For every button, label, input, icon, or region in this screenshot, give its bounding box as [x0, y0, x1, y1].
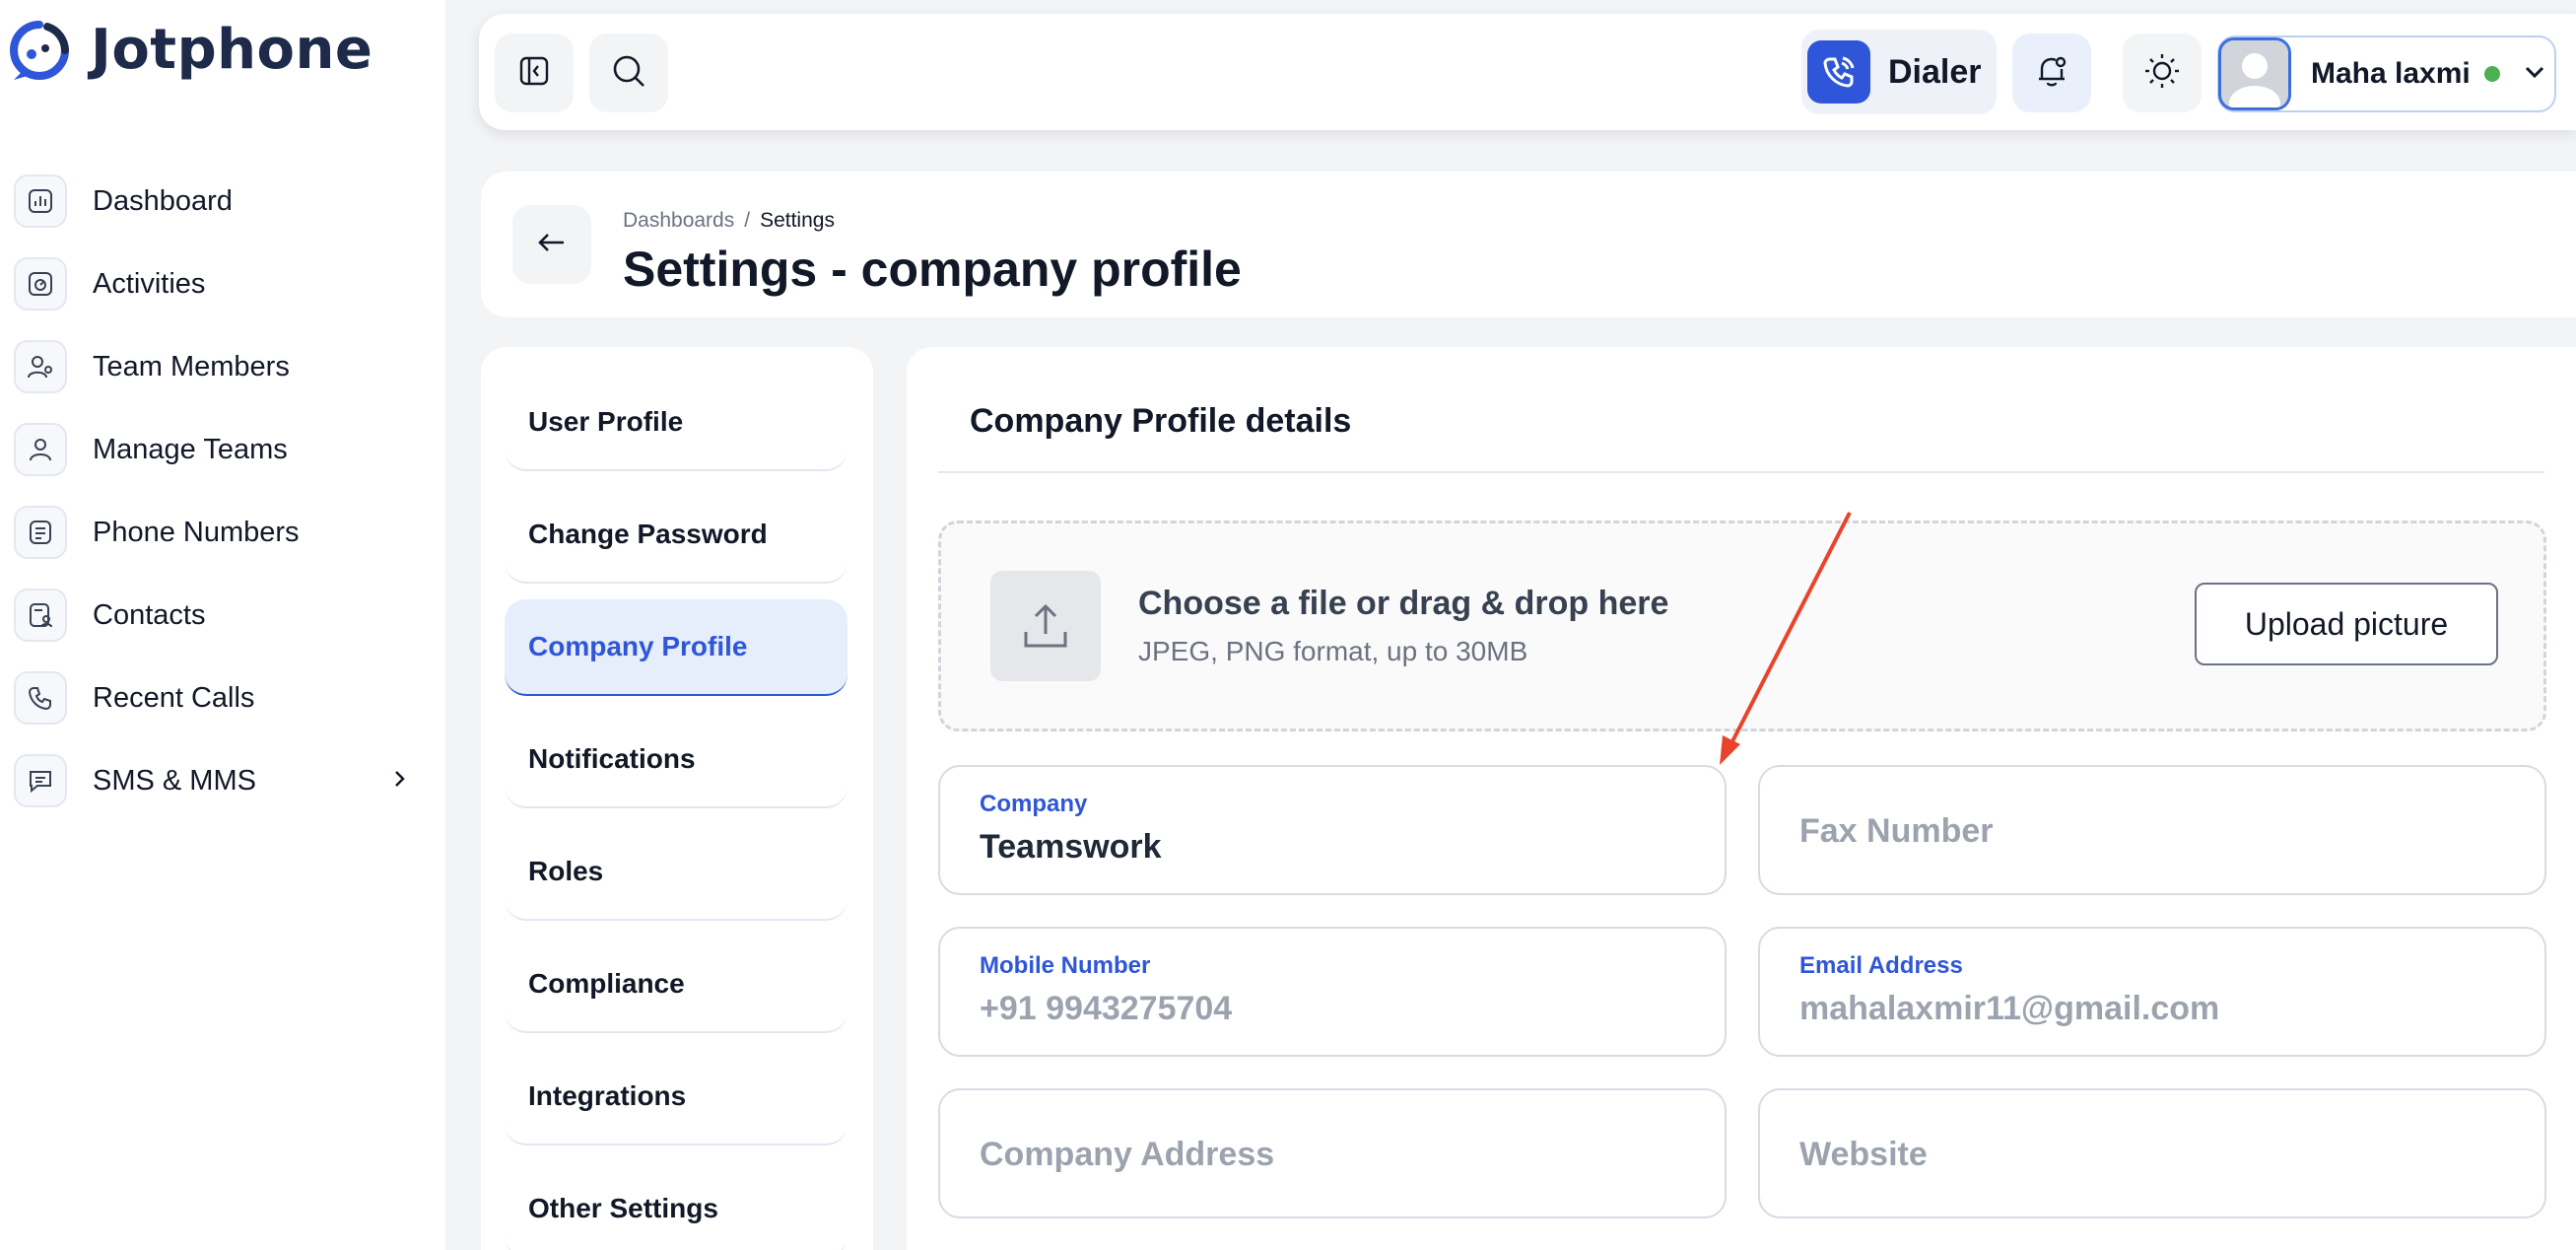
section-title: Company Profile details [970, 402, 1352, 440]
company-label: Company [980, 791, 1088, 817]
mobile-number-field[interactable]: Mobile Number +91 9943275704 [938, 927, 1727, 1057]
breadcrumb: Dashboards / Settings [623, 209, 835, 233]
sidebar-toggle-icon [516, 53, 552, 94]
settings-tab-other-settings[interactable]: Other Settings [505, 1161, 847, 1250]
website-placeholder: Website [1799, 1136, 1928, 1173]
company-profile-panel: Company Profile details Choose a file or… [907, 347, 2576, 1250]
sidebar-item-dashboard[interactable]: Dashboard [14, 160, 408, 243]
page-title: Settings - company profile [623, 242, 1242, 297]
arrow-left-icon [534, 225, 570, 265]
phone-numbers-icon [14, 506, 67, 559]
sidebar-item-sms-mms[interactable]: SMS & MMS [14, 739, 408, 822]
breadcrumb-current: Settings [760, 209, 835, 232]
upload-icon [990, 571, 1101, 681]
notifications-button[interactable] [2012, 34, 2091, 112]
sun-icon [2142, 51, 2182, 96]
theme-toggle-button[interactable] [2123, 34, 2202, 112]
sidebar-item-phone-numbers[interactable]: Phone Numbers [14, 491, 408, 574]
sidebar-menu: Dashboard Activities Team Members Manage… [14, 160, 408, 822]
message-icon [14, 754, 67, 807]
brand[interactable]: Jotphone [8, 18, 373, 82]
phone-icon [1807, 40, 1870, 104]
company-address-placeholder: Company Address [980, 1136, 1275, 1173]
settings-tab-user-profile[interactable]: User Profile [505, 375, 847, 471]
left-navigation: Jotphone Dashboard Activities Team Membe… [0, 0, 445, 1250]
online-status-indicator [2483, 66, 2500, 82]
company-field[interactable]: Company Teamswork [938, 765, 1727, 895]
sidebar-item-manage-teams[interactable]: Manage Teams [14, 408, 408, 491]
divider [938, 471, 2544, 473]
sidebar-item-recent-calls[interactable]: Recent Calls [14, 657, 408, 739]
sidebar-item-label: SMS & MMS [93, 764, 256, 797]
fax-number-placeholder: Fax Number [1799, 812, 1994, 850]
upload-subtitle: JPEG, PNG format, up to 30MB [1138, 636, 1528, 666]
settings-menu: User Profile Change Password Company Pro… [481, 347, 873, 1250]
search-icon [609, 51, 648, 96]
dialer-button[interactable]: Dialer [1801, 30, 1997, 114]
settings-tab-compliance[interactable]: Compliance [505, 937, 847, 1033]
back-button[interactable] [512, 205, 591, 284]
team-members-icon [14, 340, 67, 393]
sidebar-item-label: Phone Numbers [93, 516, 300, 548]
avatar [2218, 37, 2291, 110]
breadcrumb-link-dashboards[interactable]: Dashboards [623, 209, 734, 233]
settings-tab-change-password[interactable]: Change Password [505, 487, 847, 584]
company-value: Teamswork [980, 828, 1162, 866]
sidebar-item-team-members[interactable]: Team Members [14, 325, 408, 408]
chart-icon [14, 174, 67, 228]
bell-icon [2032, 51, 2071, 96]
page-header: Dashboards / Settings Settings - company… [481, 172, 2576, 317]
sidebar-item-label: Dashboard [93, 184, 233, 217]
file-drop-zone[interactable]: Choose a file or drag & drop here JPEG, … [938, 521, 2546, 731]
mobile-number-value: +91 9943275704 [980, 990, 1233, 1027]
brand-name: Jotphone [91, 18, 373, 82]
settings-tab-notifications[interactable]: Notifications [505, 712, 847, 808]
email-address-label: Email Address [1799, 952, 1963, 979]
settings-tab-roles[interactable]: Roles [505, 824, 847, 921]
email-address-value: mahalaxmir11@gmail.com [1799, 990, 2220, 1027]
mobile-number-label: Mobile Number [980, 952, 1151, 979]
email-address-field[interactable]: Email Address mahalaxmir11@gmail.com [1758, 927, 2546, 1057]
toggle-sidebar-button[interactable] [495, 34, 574, 112]
sidebar-item-contacts[interactable]: Contacts [14, 574, 408, 657]
upload-picture-button[interactable]: Upload picture [2195, 583, 2498, 665]
sidebar-item-activities[interactable]: Activities [14, 243, 408, 325]
phone-call-icon [14, 671, 67, 725]
user-name: Maha laxmi [2311, 57, 2471, 90]
dialer-label: Dialer [1888, 52, 1982, 91]
search-button[interactable] [589, 34, 668, 112]
website-field[interactable]: Website [1758, 1088, 2546, 1218]
chevron-right-icon[interactable] [392, 765, 408, 797]
chevron-down-icon [2524, 65, 2545, 84]
sidebar-item-label: Contacts [93, 598, 206, 631]
settings-tab-company-profile[interactable]: Company Profile [505, 599, 847, 696]
contacts-icon [14, 589, 67, 642]
activity-icon [14, 257, 67, 311]
company-address-field[interactable]: Company Address [938, 1088, 1727, 1218]
sidebar-item-label: Manage Teams [93, 433, 288, 465]
jotphone-logo-icon [8, 19, 71, 82]
upload-title: Choose a file or drag & drop here [1138, 585, 1669, 622]
settings-tab-integrations[interactable]: Integrations [505, 1049, 847, 1146]
breadcrumb-separator: / [744, 209, 751, 232]
user-menu-button[interactable]: Maha laxmi [2217, 35, 2556, 112]
fax-number-field[interactable]: Fax Number [1758, 765, 2546, 895]
sidebar-item-label: Activities [93, 267, 206, 300]
sidebar-item-label: Team Members [93, 350, 290, 382]
manage-teams-icon [14, 423, 67, 476]
top-bar: Dialer Maha laxmi [479, 14, 2576, 130]
sidebar-item-label: Recent Calls [93, 681, 255, 714]
